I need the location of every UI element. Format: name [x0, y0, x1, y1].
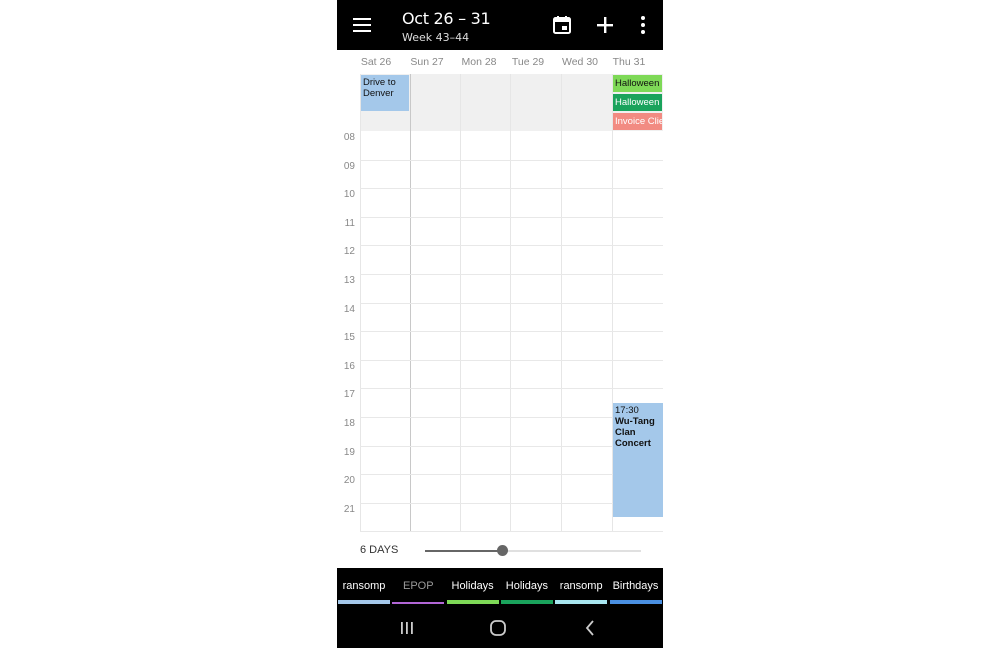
calendar-name: Birthdays	[612, 580, 659, 592]
day-header-tue[interactable]: Tue 29	[503, 56, 553, 68]
days-slider-fill	[425, 550, 503, 552]
all-day-event[interactable]: Invoice Client	[613, 113, 662, 130]
calendar-color-bar	[609, 600, 662, 604]
recent-apps-icon[interactable]	[395, 616, 419, 640]
timed-event[interactable]: 17:30 Wu-Tang Clan Concert	[613, 402, 663, 518]
hour-label: 16	[343, 360, 355, 372]
hour-gridline	[360, 331, 663, 333]
hour-gridline	[360, 302, 663, 304]
calendar-name: ransomp	[559, 580, 603, 592]
hour-gridline	[360, 188, 663, 190]
hour-label: 10	[343, 189, 355, 201]
all-day-event[interactable]: Halloween	[613, 94, 662, 111]
hour-label: 13	[343, 275, 355, 286]
all-day-event[interactable]: Halloween	[613, 75, 662, 92]
day-header-sat[interactable]: Sat 26	[351, 56, 401, 68]
calendar-chip[interactable]: EPOP	[391, 568, 445, 606]
hour-label: 19	[343, 446, 355, 458]
hour-label: 11	[344, 217, 355, 229]
calendar-chip[interactable]: Holidays	[500, 568, 554, 606]
calendar-chip[interactable]: ransomp	[337, 568, 391, 606]
days-slider-row: 6 DAYS	[337, 532, 663, 568]
days-slider-thumb[interactable]	[497, 545, 509, 556]
calendar-color-bar	[500, 600, 553, 604]
hour-gridline	[360, 274, 663, 275]
day-header-mon[interactable]: Mon 28	[454, 56, 504, 68]
calendar-name: Holidays	[451, 580, 494, 592]
hour-gridline	[360, 359, 663, 361]
calendar-color-bar	[446, 600, 499, 604]
calendar-today-icon[interactable]	[550, 13, 574, 37]
event-time: 17:30	[615, 404, 639, 416]
system-nav-bar	[337, 606, 663, 648]
day-header-thu[interactable]: Thu 31	[604, 56, 654, 68]
app-bar: Oct 26 – 31 Week 43–44	[337, 0, 663, 50]
hour-gridline	[360, 216, 663, 218]
calendar-chip[interactable]: Birthdays	[609, 568, 663, 606]
home-icon[interactable]	[486, 616, 510, 640]
calendar-chip[interactable]: ransomp	[554, 568, 608, 606]
hour-label: 09	[343, 160, 355, 172]
calendar-list-bar: ransomp EPOP Holidays Holidays ransomp Birthd…	[337, 568, 663, 606]
day-header-sun[interactable]: Sun 27	[402, 56, 452, 68]
calendar-name: EPOP	[403, 580, 434, 592]
event-title: Wu-Tang Clan Concert	[615, 415, 655, 449]
hour-gridline	[360, 159, 663, 161]
calendar-color-bar	[338, 600, 390, 604]
hour-label: 14	[343, 303, 355, 315]
hour-gridline	[360, 245, 663, 247]
calendar-name: Holidays	[505, 580, 548, 592]
all-day-event[interactable]: Drive to Denver	[361, 75, 409, 111]
day-header-row: Sat 26 Sun 27 Mon 28 Tue 29 Wed 30 Thu 3…	[337, 50, 663, 74]
hour-label: 15	[343, 332, 355, 344]
calendar-chip[interactable]: Holidays	[446, 568, 500, 606]
phone-screen: Oct 26 – 31 Week 43–44 Sat 26 Sun 27 Mon…	[337, 0, 663, 648]
week-subtitle: Week 43–44	[402, 31, 470, 44]
hour-gridline	[360, 388, 663, 390]
menu-icon[interactable]	[351, 13, 375, 37]
hour-label: 12	[343, 246, 355, 258]
calendar-color-bar	[392, 602, 445, 604]
day-header-wed[interactable]: Wed 30	[555, 56, 605, 68]
hour-label: 20	[343, 475, 355, 487]
hour-label: 21	[343, 503, 355, 515]
calendar-name: ransomp	[342, 580, 386, 592]
hour-label: 08	[343, 132, 355, 143]
calendar-color-bar	[555, 600, 608, 604]
add-icon[interactable]	[593, 13, 617, 37]
back-icon[interactable]	[578, 616, 602, 640]
hour-label: 18	[343, 418, 355, 429]
days-count-label: 6 DAYS	[360, 544, 399, 556]
more-vert-icon[interactable]	[631, 13, 655, 37]
date-range-title[interactable]: Oct 26 – 31	[402, 9, 491, 28]
hour-label: 17	[343, 389, 355, 401]
hour-gridline	[360, 531, 663, 532]
